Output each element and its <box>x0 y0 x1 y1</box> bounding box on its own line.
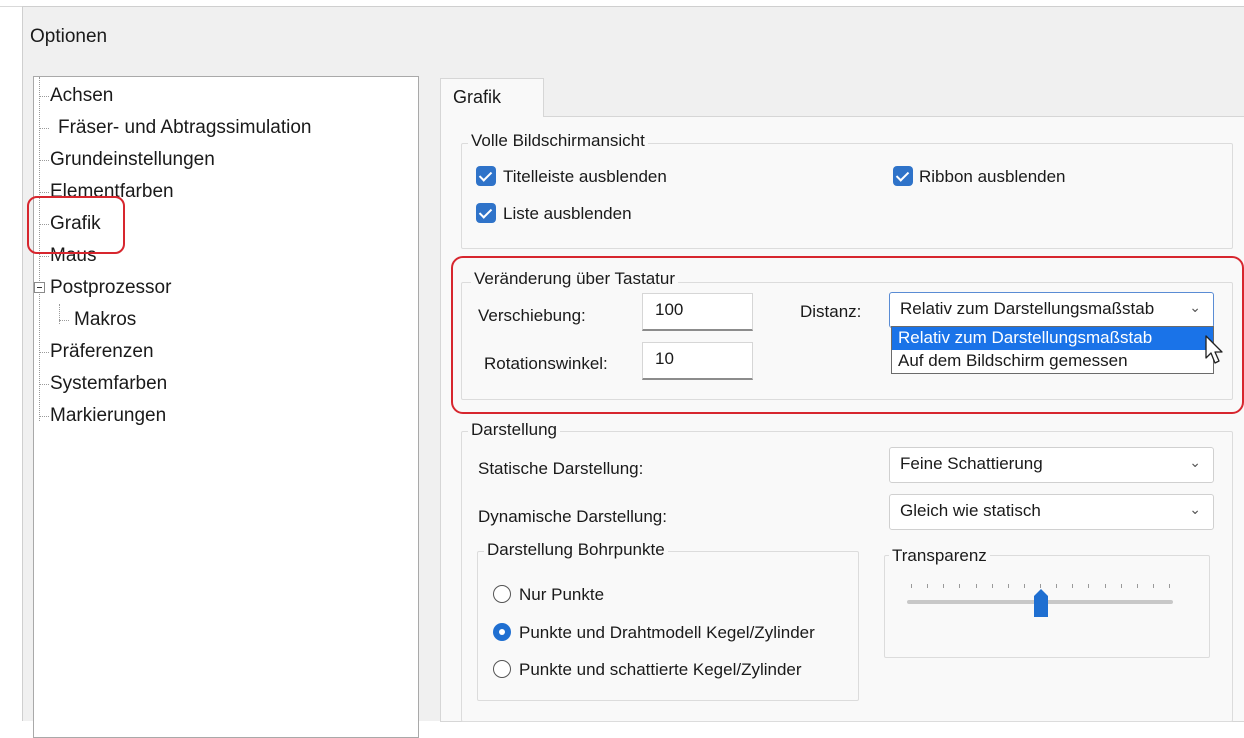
tree-connector <box>59 304 60 324</box>
slider-tick <box>975 584 977 588</box>
dialog-title: Optionen <box>30 26 108 47</box>
label-dynamic-display: Dynamische Darstellung: <box>478 507 667 526</box>
slider-tick <box>991 584 993 588</box>
checkbox-hide-title-bar[interactable] <box>476 166 496 186</box>
group-title-full-screen: Volle Bildschirmansicht <box>468 131 648 151</box>
annotation-highlight-keyboard <box>451 256 1244 414</box>
tab-grafik[interactable]: Grafik <box>440 78 544 117</box>
tree-item-label: Markierungen <box>50 405 167 426</box>
dynamic-display-select[interactable]: Gleich wie statisch ⌄ <box>889 494 1214 530</box>
radio-points-shaded[interactable] <box>493 660 511 678</box>
slider-tick <box>1007 584 1009 588</box>
slider-tick <box>1104 584 1106 588</box>
tree-item-label: Achsen <box>50 85 114 106</box>
tree-item-label: Fräser- und Abtragssimulation <box>58 117 312 138</box>
chevron-down-icon: ⌄ <box>1189 501 1201 517</box>
label-points-wireframe: Punkte und Drahtmodell Kegel/Zylinder <box>519 623 815 642</box>
tree-item-label: Makros <box>74 309 137 330</box>
label-hide-title-bar: Titelleiste ausblenden <box>503 167 667 186</box>
dynamic-display-value: Gleich wie statisch <box>900 501 1041 520</box>
tree-item-label: Präferenzen <box>50 341 154 362</box>
slider-tick <box>943 584 945 588</box>
slider-tick <box>959 584 961 588</box>
tree-item-label: Postprozessor <box>50 277 172 298</box>
slider-tick <box>927 584 929 588</box>
checkbox-hide-list[interactable] <box>476 203 496 223</box>
static-display-select[interactable]: Feine Schattierung ⌄ <box>889 447 1214 483</box>
group-title-transparency: Transparenz <box>889 546 990 566</box>
left-edge <box>0 0 22 720</box>
options-tree[interactable]: Achsen Fräser- und Abtragssimulation Gru… <box>33 76 419 738</box>
static-display-value: Feine Schattierung <box>900 454 1043 473</box>
mouse-pointer-icon <box>1205 335 1223 364</box>
radio-only-points[interactable] <box>493 585 511 603</box>
tree-item-label: Systemfarben <box>50 373 168 394</box>
slider-tick <box>1088 584 1090 588</box>
annotation-highlight-grafik <box>27 196 125 254</box>
slider-tick <box>1152 584 1154 588</box>
checkbox-hide-ribbon[interactable] <box>893 166 913 186</box>
label-hide-list: Liste ausblenden <box>503 204 632 223</box>
collapse-icon[interactable] <box>34 282 45 293</box>
label-only-points: Nur Punkte <box>519 585 605 604</box>
label-points-shaded: Punkte und schattierte Kegel/Zylinder <box>519 660 802 679</box>
slider-tick <box>1169 584 1170 588</box>
group-full-screen <box>461 143 1233 249</box>
slider-tick <box>1056 584 1058 588</box>
label-hide-ribbon: Ribbon ausblenden <box>919 167 1066 186</box>
slider-tick <box>1120 584 1122 588</box>
label-static-display: Statische Darstellung: <box>478 459 644 478</box>
slider-tick <box>1072 584 1074 588</box>
slider-tick <box>911 584 912 588</box>
group-title-display: Darstellung <box>468 420 560 440</box>
chevron-down-icon: ⌄ <box>1189 454 1201 470</box>
slider-tick <box>1136 584 1138 588</box>
slider-tick <box>1040 584 1041 588</box>
radio-points-wireframe[interactable] <box>493 623 511 641</box>
transparency-slider-thumb[interactable] <box>1032 588 1050 618</box>
tree-item-label: Grundeinstellungen <box>50 149 215 170</box>
group-title-drill-points: Darstellung Bohrpunkte <box>484 540 668 560</box>
slider-tick <box>1023 584 1025 588</box>
